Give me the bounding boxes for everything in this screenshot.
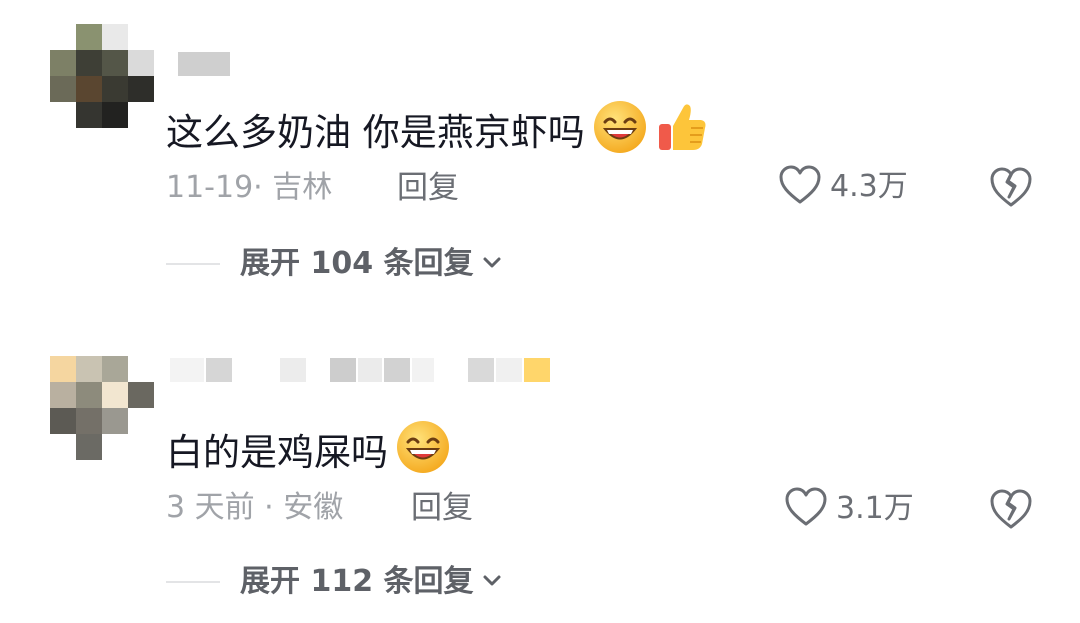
divider-line — [166, 581, 220, 583]
comment-meta: 11-19· 吉林 — [166, 170, 333, 205]
reply-button[interactable]: 回复 — [411, 488, 473, 528]
grinning-squint-emoji — [591, 98, 649, 168]
expand-replies-button[interactable]: 展开 112 条回复 — [166, 562, 502, 602]
expand-replies-label: 展开 112 条回复 — [240, 564, 474, 599]
broken-heart-icon[interactable] — [988, 164, 1034, 210]
expand-replies-button[interactable]: 展开 104 条回复 — [166, 244, 502, 284]
username-blurred[interactable] — [178, 52, 232, 76]
reply-button[interactable]: 回复 — [397, 168, 459, 208]
comment-text-row: 这么多奶油 你是燕京虾吗 — [166, 98, 709, 168]
expand-replies-label: 展开 104 条回复 — [240, 246, 474, 281]
avatar[interactable] — [50, 356, 154, 460]
broken-heart-icon[interactable] — [988, 486, 1034, 532]
like-button[interactable]: 4.3万 — [778, 164, 908, 210]
like-count: 4.3万 — [830, 169, 908, 204]
comment-text: 白的是鸡屎吗 — [166, 431, 388, 474]
heart-icon — [778, 164, 822, 210]
comment-text: 这么多奶油 你是燕京虾吗 — [166, 111, 585, 154]
comment-item: 白的是鸡屎吗 3 天前 · 安徽 回复 3.1万 展开 112 条回复 — [0, 318, 1080, 623]
heart-icon — [784, 486, 828, 532]
thumbs-up-emoji — [655, 98, 709, 168]
comment-text-row: 白的是鸡屎吗 — [166, 418, 452, 488]
like-button[interactable]: 3.1万 — [784, 486, 914, 532]
username-blurred[interactable] — [170, 358, 552, 382]
like-count: 3.1万 — [836, 491, 914, 526]
divider-line — [166, 263, 220, 265]
avatar[interactable] — [50, 24, 154, 128]
chevron-down-icon — [482, 573, 502, 592]
comment-meta: 3 天前 · 安徽 — [166, 490, 344, 525]
chevron-down-icon — [482, 255, 502, 274]
comment-item: 这么多奶油 你是燕京虾吗 11-19· 吉林 回复 4.3万 展开 104 条回… — [0, 0, 1080, 310]
grinning-squint-emoji — [394, 418, 452, 488]
